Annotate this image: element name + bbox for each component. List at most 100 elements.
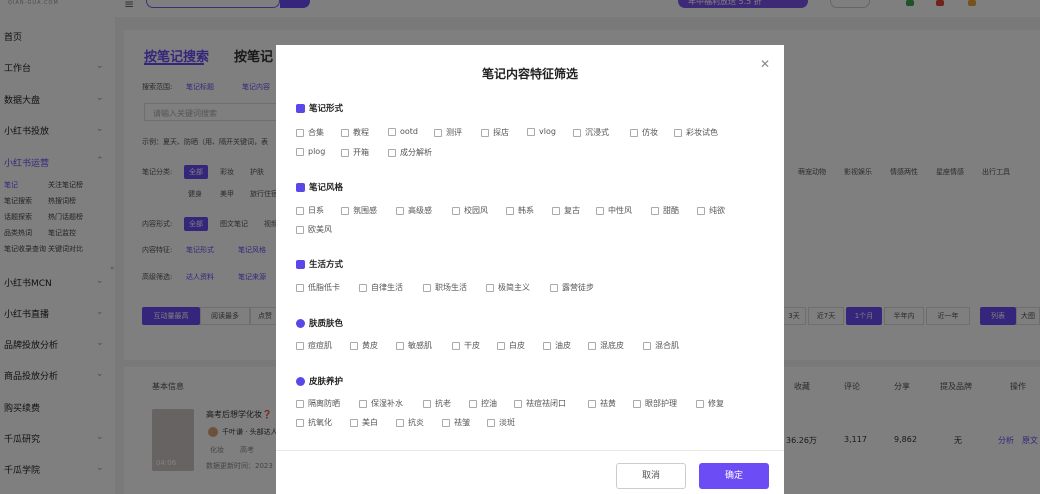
checkbox-icon[interactable]: [341, 128, 349, 137]
checkbox-icon[interactable]: [497, 341, 505, 350]
option-checkbox[interactable]: 成分解析: [388, 147, 432, 158]
checkbox-icon[interactable]: [296, 283, 304, 292]
checkbox-icon[interactable]: [423, 399, 431, 408]
close-icon[interactable]: ✕: [760, 57, 770, 71]
option-checkbox[interactable]: 痘痘肌: [296, 340, 332, 351]
option-checkbox[interactable]: 抗老: [423, 398, 451, 409]
checkbox-icon[interactable]: [296, 225, 304, 234]
checkbox-icon[interactable]: [696, 399, 704, 408]
checkbox-icon[interactable]: [469, 399, 477, 408]
checkbox-icon[interactable]: [359, 283, 367, 292]
checkbox-icon[interactable]: [481, 128, 489, 137]
option-checkbox[interactable]: 白皮: [497, 340, 525, 351]
option-checkbox[interactable]: 眼部护理: [633, 398, 677, 409]
checkbox-icon[interactable]: [552, 206, 560, 215]
checkbox-icon[interactable]: [296, 418, 304, 427]
option-checkbox[interactable]: 抗氧化: [296, 417, 332, 428]
checkbox-icon[interactable]: [596, 206, 604, 215]
checkbox-icon[interactable]: [423, 283, 431, 292]
option-checkbox[interactable]: 复古: [552, 205, 580, 216]
checkbox-icon[interactable]: [350, 418, 358, 427]
option-checkbox[interactable]: 干皮: [452, 340, 480, 351]
checkbox-icon[interactable]: [543, 341, 551, 350]
checkbox-icon[interactable]: [643, 341, 651, 350]
checkbox-icon[interactable]: [573, 128, 581, 137]
checkbox-icon[interactable]: [588, 341, 596, 350]
checkbox-icon[interactable]: [630, 128, 638, 137]
cancel-button[interactable]: 取消: [616, 463, 686, 489]
option-checkbox[interactable]: 祛痘祛闭口: [514, 398, 566, 409]
option-checkbox[interactable]: 自律生活: [359, 282, 403, 293]
option-checkbox[interactable]: vlog: [527, 127, 556, 136]
option-checkbox[interactable]: 极简主义: [486, 282, 530, 293]
option-label: 祛黄: [600, 399, 616, 408]
checkbox-icon[interactable]: [341, 148, 349, 157]
option-checkbox[interactable]: 探店: [481, 127, 509, 138]
checkbox-icon[interactable]: [350, 341, 358, 350]
checkbox-icon[interactable]: [442, 418, 450, 427]
option-checkbox[interactable]: 修复: [696, 398, 724, 409]
checkbox-icon[interactable]: [633, 399, 641, 408]
checkbox-icon[interactable]: [296, 128, 304, 137]
option-checkbox[interactable]: plog: [296, 147, 325, 156]
option-checkbox[interactable]: 氛围感: [341, 205, 377, 216]
checkbox-icon[interactable]: [341, 206, 349, 215]
option-checkbox[interactable]: 沉浸式: [573, 127, 609, 138]
checkbox-icon[interactable]: [697, 206, 705, 215]
option-checkbox[interactable]: 高级感: [396, 205, 432, 216]
checkbox-icon[interactable]: [434, 128, 442, 137]
checkbox-icon[interactable]: [487, 418, 495, 427]
option-checkbox[interactable]: 测评: [434, 127, 462, 138]
option-checkbox[interactable]: 黄皮: [350, 340, 378, 351]
checkbox-icon[interactable]: [388, 148, 396, 157]
option-checkbox[interactable]: 敏感肌: [396, 340, 432, 351]
checkbox-icon[interactable]: [296, 341, 304, 350]
option-checkbox[interactable]: 淡斑: [487, 417, 515, 428]
checkbox-icon[interactable]: [452, 206, 460, 215]
option-checkbox[interactable]: 油皮: [543, 340, 571, 351]
checkbox-icon[interactable]: [506, 206, 514, 215]
option-checkbox[interactable]: 祛皱: [442, 417, 470, 428]
option-checkbox[interactable]: 校园风: [452, 205, 488, 216]
option-checkbox[interactable]: 低脂低卡: [296, 282, 340, 293]
option-checkbox[interactable]: 控油: [469, 398, 497, 409]
checkbox-icon[interactable]: [296, 147, 304, 156]
checkbox-icon[interactable]: [396, 206, 404, 215]
checkbox-icon[interactable]: [651, 206, 659, 215]
option-checkbox[interactable]: 露营徒步: [550, 282, 594, 293]
option-checkbox[interactable]: 开箱: [341, 147, 369, 158]
option-checkbox[interactable]: 甜酷: [651, 205, 679, 216]
option-checkbox[interactable]: 祛黄: [588, 398, 616, 409]
option-checkbox[interactable]: 职场生活: [423, 282, 467, 293]
checkbox-icon[interactable]: [486, 283, 494, 292]
option-checkbox[interactable]: 抗炎: [396, 417, 424, 428]
checkbox-icon[interactable]: [527, 127, 535, 136]
option-checkbox[interactable]: 彩妆试色: [674, 127, 718, 138]
option-checkbox[interactable]: 合集: [296, 127, 324, 138]
option-checkbox[interactable]: 中性风: [596, 205, 632, 216]
option-checkbox[interactable]: 日系: [296, 205, 324, 216]
checkbox-icon[interactable]: [452, 341, 460, 350]
checkbox-icon[interactable]: [674, 128, 682, 137]
option-checkbox[interactable]: 美白: [350, 417, 378, 428]
option-checkbox[interactable]: 仿妆: [630, 127, 658, 138]
option-checkbox[interactable]: 隔离防晒: [296, 398, 340, 409]
checkbox-icon[interactable]: [396, 418, 404, 427]
checkbox-icon[interactable]: [296, 399, 304, 408]
option-checkbox[interactable]: ootd: [388, 127, 418, 136]
option-checkbox[interactable]: 教程: [341, 127, 369, 138]
checkbox-icon[interactable]: [296, 206, 304, 215]
checkbox-icon[interactable]: [550, 283, 558, 292]
option-checkbox[interactable]: 纯欲: [697, 205, 725, 216]
checkbox-icon[interactable]: [388, 127, 396, 136]
option-checkbox[interactable]: 保湿补水: [359, 398, 403, 409]
checkbox-icon[interactable]: [514, 399, 522, 408]
confirm-button[interactable]: 确定: [699, 463, 769, 489]
checkbox-icon[interactable]: [588, 399, 596, 408]
option-checkbox[interactable]: 韩系: [506, 205, 534, 216]
checkbox-icon[interactable]: [396, 341, 404, 350]
checkbox-icon[interactable]: [359, 399, 367, 408]
option-checkbox[interactable]: 欧美风: [296, 224, 332, 235]
option-checkbox[interactable]: 混底皮: [588, 340, 624, 351]
option-checkbox[interactable]: 混合肌: [643, 340, 679, 351]
